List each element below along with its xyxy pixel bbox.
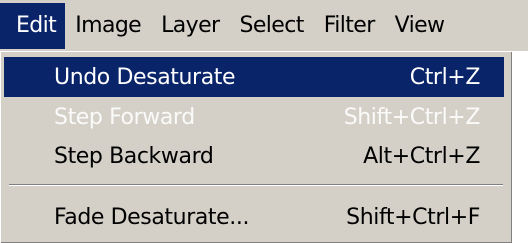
menu-select[interactable]: Select — [229, 3, 313, 49]
menu-item-fade-desaturate[interactable]: Fade Desaturate... Shift+Ctrl+F — [4, 197, 504, 237]
app-window: Edit Image Layer Select Filter View Undo… — [0, 0, 528, 243]
menu-image[interactable]: Image — [65, 3, 151, 49]
edit-dropdown-menu: Undo Desaturate Ctrl+Z Step Forward Shif… — [0, 51, 512, 243]
menu-separator — [9, 184, 503, 186]
menu-edit[interactable]: Edit — [0, 2, 66, 49]
menu-bar: Edit Image Layer Select Filter View — [0, 0, 528, 51]
menu-item-label: Undo Desaturate — [54, 64, 236, 90]
menu-item-shortcut: Shift+Ctrl+Z — [343, 104, 481, 130]
menu-item-step-forward[interactable]: Step Forward Shift+Ctrl+Z — [4, 97, 504, 137]
menu-item-undo-desaturate[interactable]: Undo Desaturate Ctrl+Z — [4, 57, 504, 97]
menu-item-step-backward[interactable]: Step Backward Alt+Ctrl+Z — [4, 136, 504, 176]
menu-view[interactable]: View — [385, 3, 455, 49]
menu-item-label: Fade Desaturate... — [54, 204, 250, 230]
menu-item-shortcut: Alt+Ctrl+Z — [363, 143, 480, 169]
menu-item-shortcut: Ctrl+Z — [409, 64, 481, 90]
menu-item-shortcut: Shift+Ctrl+F — [346, 204, 480, 230]
menu-layer[interactable]: Layer — [151, 3, 229, 49]
menu-item-label: Step Forward — [54, 104, 195, 130]
menu-item-label: Step Backward — [54, 143, 214, 169]
menu-filter[interactable]: Filter — [314, 3, 385, 49]
